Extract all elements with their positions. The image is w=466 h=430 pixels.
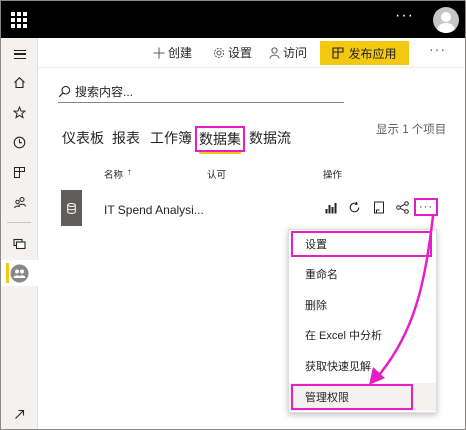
bar-chart-icon	[325, 203, 337, 214]
publish-icon	[332, 47, 345, 59]
tab-dataflows[interactable]: 数据流	[249, 128, 291, 148]
refresh-icon	[349, 201, 360, 213]
action-bar: 创建 设置 访问 发布应用 ···	[38, 38, 465, 68]
nav-favorites[interactable]	[1, 99, 38, 125]
search-box	[58, 81, 344, 103]
access-label: 访问	[283, 46, 308, 60]
top-bar: ···	[1, 1, 465, 38]
highlight-box-manage-permissions	[291, 384, 413, 410]
database-icon	[67, 202, 76, 214]
home-icon	[14, 76, 25, 88]
expand-arrow-icon	[15, 409, 25, 419]
create-button[interactable]: 创建	[153, 44, 192, 61]
action-bar-more-button[interactable]: ···	[429, 41, 446, 57]
star-icon	[13, 105, 26, 119]
publish-label: 发布应用	[348, 46, 397, 61]
menu-item-rename[interactable]: 重命名	[289, 260, 436, 288]
publish-app-button[interactable]: 发布应用	[320, 41, 409, 65]
search-icon	[58, 85, 71, 98]
nav-workspaces[interactable]	[1, 231, 38, 257]
sort-arrow-icon[interactable]: ↑	[127, 167, 132, 178]
apps-icon	[14, 166, 25, 178]
nav-shared[interactable]	[1, 189, 38, 215]
create-label: 创建	[168, 46, 193, 60]
app-launcher-icon[interactable]	[11, 12, 27, 28]
tab-dashboards[interactable]: 仪表板	[62, 128, 104, 148]
top-more-button[interactable]: ···	[395, 7, 414, 25]
create-report-button[interactable]	[325, 201, 337, 219]
left-nav	[1, 38, 38, 429]
dataset-name-link[interactable]: IT Spend Analysi...	[104, 203, 204, 217]
column-header-actions: 操作	[323, 170, 343, 181]
workspaces-icon	[13, 238, 26, 250]
nav-recent[interactable]	[1, 129, 38, 155]
nav-apps[interactable]	[1, 159, 38, 185]
active-tab-indicator	[199, 152, 241, 154]
schedule-refresh-icon	[374, 201, 384, 214]
workspace-avatar-icon	[10, 264, 29, 282]
highlight-box-settings	[291, 231, 432, 257]
dataset-row-badge	[61, 190, 82, 226]
column-header-name[interactable]: 名称	[104, 167, 123, 181]
share-icon	[396, 201, 409, 214]
access-button[interactable]: 访问	[269, 44, 307, 61]
plus-icon	[153, 47, 165, 58]
shared-icon	[13, 196, 26, 208]
search-input[interactable]	[75, 84, 325, 99]
share-button[interactable]	[396, 201, 409, 219]
app-window: ··· 创建 设置 访问 发布应用 ··· 搜索内容... 仪表板 报表 工作簿…	[0, 0, 466, 430]
more-dots-icon: ···	[419, 201, 433, 213]
avatar[interactable]	[433, 7, 459, 33]
hamburger-icon	[13, 49, 26, 59]
tab-datasets[interactable]: 数据集	[195, 126, 245, 152]
nav-home[interactable]	[1, 69, 38, 95]
nav-expand[interactable]	[1, 401, 38, 427]
gear-icon	[213, 47, 225, 58]
refresh-button[interactable]	[348, 201, 361, 219]
menu-item-delete[interactable]: 删除	[289, 291, 436, 319]
menu-item-quick-insights[interactable]: 获取快速见解	[289, 352, 436, 380]
tab-workbooks[interactable]: 工作簿	[150, 128, 192, 148]
tab-reports[interactable]: 报表	[112, 128, 140, 148]
menu-item-analyze-in-excel[interactable]: 在 Excel 中分析	[289, 321, 436, 349]
item-count: 显示 1 个项目	[376, 124, 447, 136]
nav-current-workspace[interactable]	[1, 260, 38, 286]
settings-button[interactable]: 设置	[213, 44, 252, 61]
nav-divider	[7, 222, 31, 223]
schedule-refresh-button[interactable]	[372, 201, 385, 219]
column-header-endorsement: 认可	[207, 170, 227, 181]
person-icon	[269, 46, 280, 59]
context-menu: 设置 重命名 删除 在 Excel 中分析 获取快速见解 管理权限	[288, 229, 437, 413]
settings-label: 设置	[228, 46, 253, 60]
more-options-button[interactable]: ···	[414, 198, 438, 216]
clock-icon	[13, 136, 26, 148]
nav-menu-button[interactable]	[1, 41, 38, 67]
